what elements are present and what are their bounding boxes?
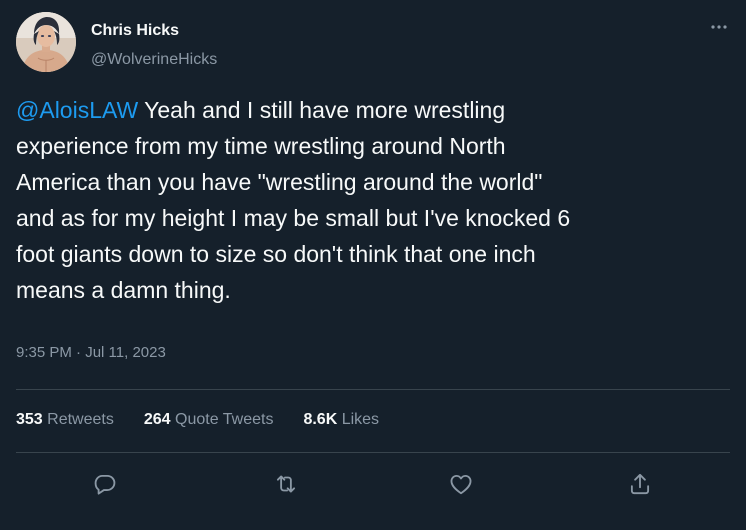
likes-count: 8.6K (303, 411, 338, 428)
like-button[interactable] (443, 466, 479, 502)
author-display-name[interactable]: Chris Hicks (91, 21, 217, 41)
likes-stat[interactable]: 8.6K Likes (303, 410, 379, 430)
author-block: Chris Hicks @WolverineHicks (91, 21, 217, 70)
tweet-body: Yeah and I still have more wrestling exp… (16, 97, 571, 303)
likes-label: Likes (341, 411, 380, 428)
reply-icon (94, 474, 116, 495)
retweets-label: Retweets (47, 411, 114, 428)
mention-link[interactable]: @AloisLAW (16, 97, 138, 123)
retweet-button[interactable] (268, 466, 304, 502)
author-handle[interactable]: @WolverineHicks (91, 50, 217, 70)
retweets-stat[interactable]: 353 Retweets (16, 410, 114, 430)
tweet-card: Chris Hicks @WolverineHicks @AloisLAW Ye… (0, 0, 746, 530)
avatar-image (16, 12, 76, 72)
share-icon (630, 473, 650, 495)
tweet-text: @AloisLAW Yeah and I still have more wre… (16, 92, 728, 308)
engagement-stats: 353 Retweets 264 Quote Tweets 8.6K Likes (16, 410, 379, 430)
action-bar (0, 466, 746, 502)
like-icon (450, 474, 472, 495)
divider (16, 452, 730, 453)
more-options-button[interactable] (708, 16, 730, 38)
reply-button[interactable] (87, 466, 123, 502)
quote-tweets-count: 264 (143, 411, 171, 428)
retweets-count: 353 (16, 411, 43, 428)
divider (16, 389, 730, 390)
tweet-timestamp[interactable]: 9:35 PM · Jul 11, 2023 (16, 343, 166, 363)
avatar[interactable] (16, 12, 76, 72)
quote-tweets-label: Quote Tweets (175, 411, 274, 428)
share-button[interactable] (622, 466, 658, 502)
retweet-icon (276, 475, 296, 493)
quote-tweets-stat[interactable]: 264 Quote Tweets (144, 410, 274, 430)
more-horizontal-icon (711, 25, 727, 29)
